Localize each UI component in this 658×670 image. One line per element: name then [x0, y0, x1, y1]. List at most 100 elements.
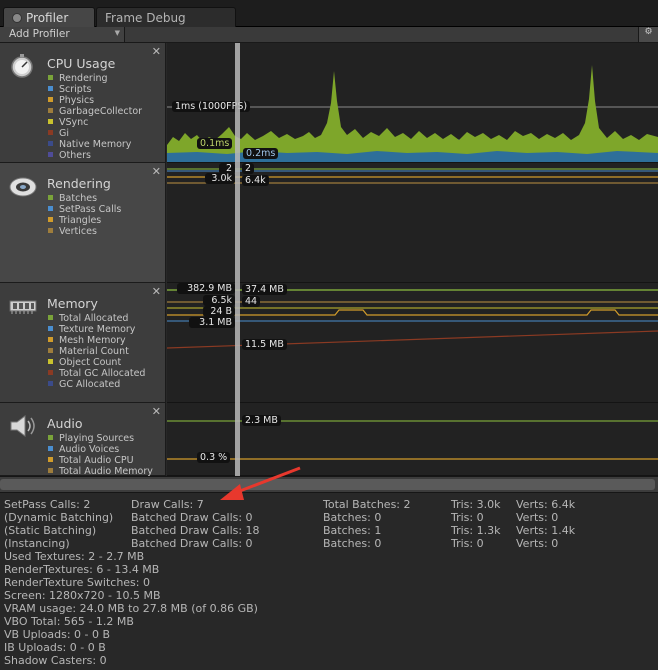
- legend-item[interactable]: Physics: [48, 95, 142, 106]
- legend-item[interactable]: VSync: [48, 117, 142, 128]
- graph-memory[interactable]: 382.9 MB 37.4 MB 6.5k 44 24 B 3.1 MB 11.…: [167, 283, 658, 403]
- stat-text: Verts: 6.4k: [516, 498, 576, 511]
- horizontal-scrollbar[interactable]: [0, 476, 658, 493]
- legend-item[interactable]: Gi: [48, 128, 142, 139]
- tab-profiler[interactable]: Profiler: [3, 7, 95, 27]
- close-icon[interactable]: ✕: [152, 45, 161, 58]
- module-title: Audio: [47, 416, 83, 431]
- audio-cpu-left-value: 0.3 %: [197, 452, 231, 463]
- material-count-left-value: 6.5k: [203, 295, 235, 306]
- legend-swatch: [48, 381, 53, 386]
- gc-allocated-left-value: 24 B: [203, 306, 235, 317]
- legend-item[interactable]: Scripts: [48, 84, 142, 95]
- stat-text: Tris: 3.0k: [451, 498, 501, 511]
- legend-swatch: [48, 130, 53, 135]
- legend-item[interactable]: Batches: [48, 193, 121, 204]
- legend-item[interactable]: Material Count: [48, 346, 145, 357]
- stat-text: RenderTexture Switches: 0: [4, 576, 150, 589]
- speaker-icon: [10, 415, 35, 437]
- add-profiler-dropdown[interactable]: Add Profiler ▼: [0, 27, 125, 42]
- legend-item[interactable]: Texture Memory: [48, 324, 145, 335]
- legend-swatch: [48, 326, 53, 331]
- stat-text: Shadow Casters: 0: [4, 654, 107, 667]
- settings-icon[interactable]: ⚙: [638, 27, 658, 42]
- module-title: Memory: [47, 296, 98, 311]
- cpu-right-value: 0.2ms: [243, 148, 279, 159]
- scrollbar-thumb[interactable]: [0, 479, 655, 490]
- total-gc-right-value: 11.5 MB: [242, 339, 287, 350]
- graph-rendering[interactable]: 2 2 3.0k 6.4k: [167, 163, 658, 283]
- legend-item[interactable]: Others: [48, 150, 142, 161]
- audio-graph-svg: [167, 420, 658, 460]
- legend-item[interactable]: Mesh Memory: [48, 335, 145, 346]
- stat-text: Tris: 0: [451, 511, 484, 524]
- close-icon[interactable]: ✕: [152, 165, 161, 178]
- legend-item[interactable]: Native Memory: [48, 139, 142, 150]
- stat-text: Batched Draw Calls: 0: [131, 511, 253, 524]
- legend-item[interactable]: Vertices: [48, 226, 121, 237]
- rendering-graph-svg: [167, 168, 658, 184]
- total-allocated-right-value: 37.4 MB: [242, 284, 287, 295]
- close-icon[interactable]: ✕: [152, 285, 161, 298]
- module-memory[interactable]: Memory ✕ Total Allocated Texture Memory …: [0, 283, 166, 403]
- tab-frame-debug-label: Frame Debug: [105, 11, 186, 25]
- close-icon[interactable]: ✕: [152, 405, 161, 418]
- tab-profiler-label: Profiler: [26, 11, 69, 25]
- legend-item[interactable]: SetPass Calls: [48, 204, 121, 215]
- legend-item[interactable]: Total Allocated: [48, 313, 145, 324]
- legend-item[interactable]: Triangles: [48, 215, 121, 226]
- stat-text: Batches: 0: [323, 537, 382, 550]
- legend-swatch: [48, 75, 53, 80]
- stat-text: Verts: 0: [516, 511, 559, 524]
- cpu-left-value: 0.1ms: [197, 138, 233, 149]
- texture-memory-left-value: 3.1 MB: [189, 317, 235, 328]
- memory-chip-icon: [9, 300, 37, 314]
- legend-item[interactable]: Object Count: [48, 357, 145, 368]
- legend-item[interactable]: Total GC Allocated: [48, 368, 145, 379]
- graph-audio[interactable]: 2.3 MB 0.3 %: [167, 403, 658, 476]
- legend-swatch: [48, 468, 53, 473]
- legend-swatch: [48, 337, 53, 342]
- tris-right-value: 6.4k: [242, 175, 269, 186]
- legend-item[interactable]: Rendering: [48, 73, 142, 84]
- dropdown-arrow-icon: ▼: [114, 29, 120, 37]
- legend-swatch: [48, 315, 53, 320]
- tris-left-value: 3.0k: [205, 173, 235, 184]
- legend-item[interactable]: Audio Voices: [48, 444, 153, 455]
- gc-allocated-line: [167, 309, 658, 316]
- frame-cursor[interactable]: [235, 43, 240, 476]
- legend-swatch: [48, 119, 53, 124]
- legend-memory: Total Allocated Texture Memory Mesh Memo…: [48, 313, 145, 390]
- stat-text: Batches: 0: [323, 511, 382, 524]
- stat-text: Batches: 1: [323, 524, 382, 537]
- legend-item[interactable]: Total Audio CPU: [48, 455, 153, 466]
- total-gc-allocated-line: [167, 330, 658, 349]
- batches-right-value: 2: [242, 163, 255, 174]
- legend-cpu: Rendering Scripts Physics GarbageCollect…: [48, 73, 142, 161]
- stat-text: VB Uploads: 0 - 0 B: [4, 628, 111, 641]
- graph-cpu-usage[interactable]: 1ms (1000FPS) 0.1ms 0.2ms: [167, 43, 658, 163]
- audio-memory-right-value: 2.3 MB: [242, 415, 281, 426]
- legend-swatch: [48, 370, 53, 375]
- module-audio[interactable]: Audio ✕ Playing Sources Audio Voices Tot…: [0, 403, 166, 477]
- stat-text: (Instancing): [4, 537, 70, 550]
- stat-text: Verts: 0: [516, 537, 559, 550]
- legend-rendering: Batches SetPass Calls Triangles Vertices: [48, 193, 121, 237]
- cpu-area-rendering: [167, 65, 658, 162]
- legend-swatch: [48, 217, 53, 222]
- stat-text: VBO Total: 565 - 1.2 MB: [4, 615, 134, 628]
- legend-item[interactable]: GarbageCollector: [48, 106, 142, 117]
- module-cpu-usage[interactable]: CPU Usage ✕ Rendering Scripts Physics Ga…: [0, 43, 166, 163]
- memory-graph-svg: [167, 289, 658, 349]
- legend-item[interactable]: Playing Sources: [48, 433, 153, 444]
- legend-audio: Playing Sources Audio Voices Total Audio…: [48, 433, 153, 477]
- tab-frame-debug[interactable]: Frame Debug: [96, 7, 236, 27]
- module-title: CPU Usage: [47, 56, 116, 71]
- legend-item[interactable]: GC Allocated: [48, 379, 145, 390]
- stat-text: Draw Calls: 7: [131, 498, 204, 511]
- material-count-right-value: 44: [242, 296, 261, 307]
- add-profiler-label: Add Profiler: [9, 28, 70, 40]
- stat-text: VRAM usage: 24.0 MB to 27.8 MB (of 0.86 …: [4, 602, 258, 615]
- module-rendering[interactable]: Rendering ✕ Batches SetPass Calls Triang…: [0, 163, 166, 283]
- legend-swatch: [48, 359, 53, 364]
